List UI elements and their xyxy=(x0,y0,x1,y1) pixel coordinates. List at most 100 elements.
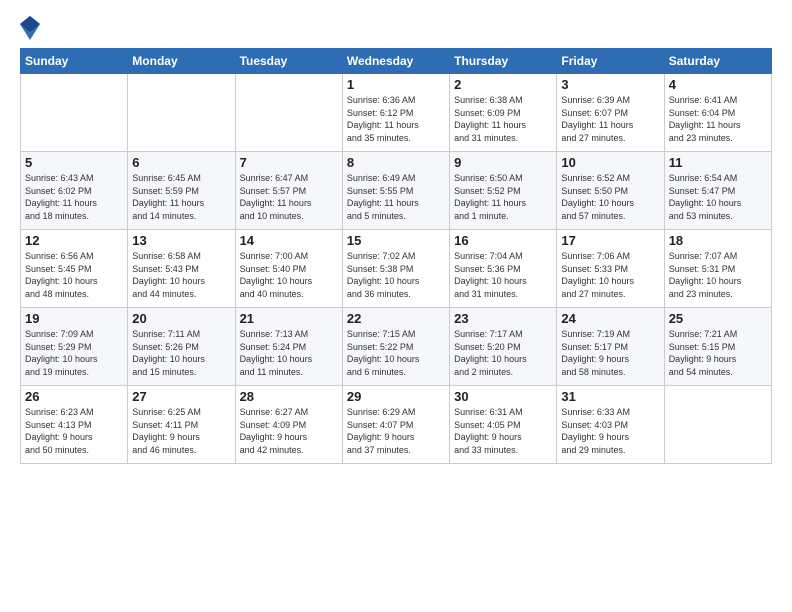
calendar-header-row: SundayMondayTuesdayWednesdayThursdayFrid… xyxy=(21,49,772,74)
day-info: Sunrise: 7:02 AM Sunset: 5:38 PM Dayligh… xyxy=(347,250,445,300)
calendar-cell: 28 Sunrise: 6:27 AM Sunset: 4:09 PM Dayli… xyxy=(235,386,342,464)
calendar-cell: 2 Sunrise: 6:38 AM Sunset: 6:09 PM Daylig… xyxy=(450,74,557,152)
calendar-cell: 20 Sunrise: 7:11 AM Sunset: 5:26 PM Dayli… xyxy=(128,308,235,386)
weekday-header-monday: Monday xyxy=(128,49,235,74)
calendar-cell: 12 Sunrise: 6:56 AM Sunset: 5:45 PM Dayli… xyxy=(21,230,128,308)
day-number: 14 xyxy=(240,233,338,248)
day-number: 15 xyxy=(347,233,445,248)
calendar-cell: 13 Sunrise: 6:58 AM Sunset: 5:43 PM Dayli… xyxy=(128,230,235,308)
calendar-cell: 18 Sunrise: 7:07 AM Sunset: 5:31 PM Dayli… xyxy=(664,230,771,308)
day-info: Sunrise: 6:31 AM Sunset: 4:05 PM Dayligh… xyxy=(454,406,552,456)
day-number: 4 xyxy=(669,77,767,92)
day-number: 6 xyxy=(132,155,230,170)
calendar-cell xyxy=(664,386,771,464)
day-info: Sunrise: 7:00 AM Sunset: 5:40 PM Dayligh… xyxy=(240,250,338,300)
weekday-header-wednesday: Wednesday xyxy=(342,49,449,74)
day-info: Sunrise: 6:41 AM Sunset: 6:04 PM Dayligh… xyxy=(669,94,767,144)
day-info: Sunrise: 6:49 AM Sunset: 5:55 PM Dayligh… xyxy=(347,172,445,222)
day-number: 2 xyxy=(454,77,552,92)
calendar-cell xyxy=(128,74,235,152)
day-number: 28 xyxy=(240,389,338,404)
calendar-cell: 17 Sunrise: 7:06 AM Sunset: 5:33 PM Dayli… xyxy=(557,230,664,308)
day-info: Sunrise: 7:15 AM Sunset: 5:22 PM Dayligh… xyxy=(347,328,445,378)
day-number: 12 xyxy=(25,233,123,248)
calendar-cell: 9 Sunrise: 6:50 AM Sunset: 5:52 PM Daylig… xyxy=(450,152,557,230)
calendar-week-2: 5 Sunrise: 6:43 AM Sunset: 6:02 PM Daylig… xyxy=(21,152,772,230)
calendar-cell: 25Sunrise: 7:21 AM Sunset: 5:15 PM Dayli… xyxy=(664,308,771,386)
calendar-cell: 15 Sunrise: 7:02 AM Sunset: 5:38 PM Dayli… xyxy=(342,230,449,308)
day-number: 9 xyxy=(454,155,552,170)
calendar-cell: 30 Sunrise: 6:31 AM Sunset: 4:05 PM Dayli… xyxy=(450,386,557,464)
calendar-cell: 14 Sunrise: 7:00 AM Sunset: 5:40 PM Dayli… xyxy=(235,230,342,308)
day-info: Sunrise: 6:29 AM Sunset: 4:07 PM Dayligh… xyxy=(347,406,445,456)
day-info: Sunrise: 6:25 AM Sunset: 4:11 PM Dayligh… xyxy=(132,406,230,456)
calendar-cell: 4 Sunrise: 6:41 AM Sunset: 6:04 PM Daylig… xyxy=(664,74,771,152)
calendar-cell: 7 Sunrise: 6:47 AM Sunset: 5:57 PM Daylig… xyxy=(235,152,342,230)
day-info: Sunrise: 6:52 AM Sunset: 5:50 PM Dayligh… xyxy=(561,172,659,222)
page-header xyxy=(20,16,772,40)
day-number: 5 xyxy=(25,155,123,170)
calendar-cell: 16Sunrise: 7:04 AM Sunset: 5:36 PM Dayli… xyxy=(450,230,557,308)
weekday-header-thursday: Thursday xyxy=(450,49,557,74)
day-number: 26 xyxy=(25,389,123,404)
day-number: 8 xyxy=(347,155,445,170)
day-info: Sunrise: 6:23 AM Sunset: 4:13 PM Dayligh… xyxy=(25,406,123,456)
calendar-cell: 22 Sunrise: 7:15 AM Sunset: 5:22 PM Dayli… xyxy=(342,308,449,386)
calendar-cell: 19 Sunrise: 7:09 AM Sunset: 5:29 PM Dayli… xyxy=(21,308,128,386)
calendar-cell xyxy=(21,74,128,152)
day-info: Sunrise: 7:07 AM Sunset: 5:31 PM Dayligh… xyxy=(669,250,767,300)
day-number: 30 xyxy=(454,389,552,404)
day-info: Sunrise: 7:13 AM Sunset: 5:24 PM Dayligh… xyxy=(240,328,338,378)
calendar-cell: 1 Sunrise: 6:36 AM Sunset: 6:12 PM Daylig… xyxy=(342,74,449,152)
calendar-cell: 26 Sunrise: 6:23 AM Sunset: 4:13 PM Dayli… xyxy=(21,386,128,464)
day-info: Sunrise: 7:17 AM Sunset: 5:20 PM Dayligh… xyxy=(454,328,552,378)
day-number: 1 xyxy=(347,77,445,92)
day-number: 16 xyxy=(454,233,552,248)
logo-icon xyxy=(20,16,40,40)
day-info: Sunrise: 7:06 AM Sunset: 5:33 PM Dayligh… xyxy=(561,250,659,300)
calendar-week-1: 1 Sunrise: 6:36 AM Sunset: 6:12 PM Daylig… xyxy=(21,74,772,152)
calendar-cell: 3 Sunrise: 6:39 AM Sunset: 6:07 PM Daylig… xyxy=(557,74,664,152)
day-info: Sunrise: 6:27 AM Sunset: 4:09 PM Dayligh… xyxy=(240,406,338,456)
day-info: Sunrise: 6:43 AM Sunset: 6:02 PM Dayligh… xyxy=(25,172,123,222)
day-number: 18 xyxy=(669,233,767,248)
logo xyxy=(20,16,44,40)
weekday-header-sunday: Sunday xyxy=(21,49,128,74)
day-number: 21 xyxy=(240,311,338,326)
day-number: 24 xyxy=(561,311,659,326)
calendar-cell: 21 Sunrise: 7:13 AM Sunset: 5:24 PM Dayli… xyxy=(235,308,342,386)
day-number: 7 xyxy=(240,155,338,170)
day-number: 31 xyxy=(561,389,659,404)
day-info: Sunrise: 6:38 AM Sunset: 6:09 PM Dayligh… xyxy=(454,94,552,144)
day-number: 13 xyxy=(132,233,230,248)
day-info: Sunrise: 6:54 AM Sunset: 5:47 PM Dayligh… xyxy=(669,172,767,222)
calendar-cell: 10 Sunrise: 6:52 AM Sunset: 5:50 PM Dayli… xyxy=(557,152,664,230)
day-number: 27 xyxy=(132,389,230,404)
calendar-cell: 5 Sunrise: 6:43 AM Sunset: 6:02 PM Daylig… xyxy=(21,152,128,230)
day-info: Sunrise: 7:09 AM Sunset: 5:29 PM Dayligh… xyxy=(25,328,123,378)
calendar-cell: 23 Sunrise: 7:17 AM Sunset: 5:20 PM Dayli… xyxy=(450,308,557,386)
calendar-cell xyxy=(235,74,342,152)
calendar-cell: 11 Sunrise: 6:54 AM Sunset: 5:47 PM Dayli… xyxy=(664,152,771,230)
calendar-week-4: 19 Sunrise: 7:09 AM Sunset: 5:29 PM Dayli… xyxy=(21,308,772,386)
day-number: 3 xyxy=(561,77,659,92)
day-number: 22 xyxy=(347,311,445,326)
weekday-header-tuesday: Tuesday xyxy=(235,49,342,74)
calendar-cell: 24Sunrise: 7:19 AM Sunset: 5:17 PM Dayli… xyxy=(557,308,664,386)
weekday-header-friday: Friday xyxy=(557,49,664,74)
day-number: 20 xyxy=(132,311,230,326)
calendar-cell: 6 Sunrise: 6:45 AM Sunset: 5:59 PM Daylig… xyxy=(128,152,235,230)
day-info: Sunrise: 6:36 AM Sunset: 6:12 PM Dayligh… xyxy=(347,94,445,144)
day-info: Sunrise: 6:45 AM Sunset: 5:59 PM Dayligh… xyxy=(132,172,230,222)
day-number: 23 xyxy=(454,311,552,326)
day-info: Sunrise: 6:58 AM Sunset: 5:43 PM Dayligh… xyxy=(132,250,230,300)
day-info: Sunrise: 6:56 AM Sunset: 5:45 PM Dayligh… xyxy=(25,250,123,300)
day-number: 19 xyxy=(25,311,123,326)
day-info: Sunrise: 6:39 AM Sunset: 6:07 PM Dayligh… xyxy=(561,94,659,144)
day-number: 17 xyxy=(561,233,659,248)
day-number: 11 xyxy=(669,155,767,170)
day-info: Sunrise: 7:11 AM Sunset: 5:26 PM Dayligh… xyxy=(132,328,230,378)
day-number: 10 xyxy=(561,155,659,170)
day-info: Sunrise: 6:47 AM Sunset: 5:57 PM Dayligh… xyxy=(240,172,338,222)
day-info: Sunrise: 6:50 AM Sunset: 5:52 PM Dayligh… xyxy=(454,172,552,222)
